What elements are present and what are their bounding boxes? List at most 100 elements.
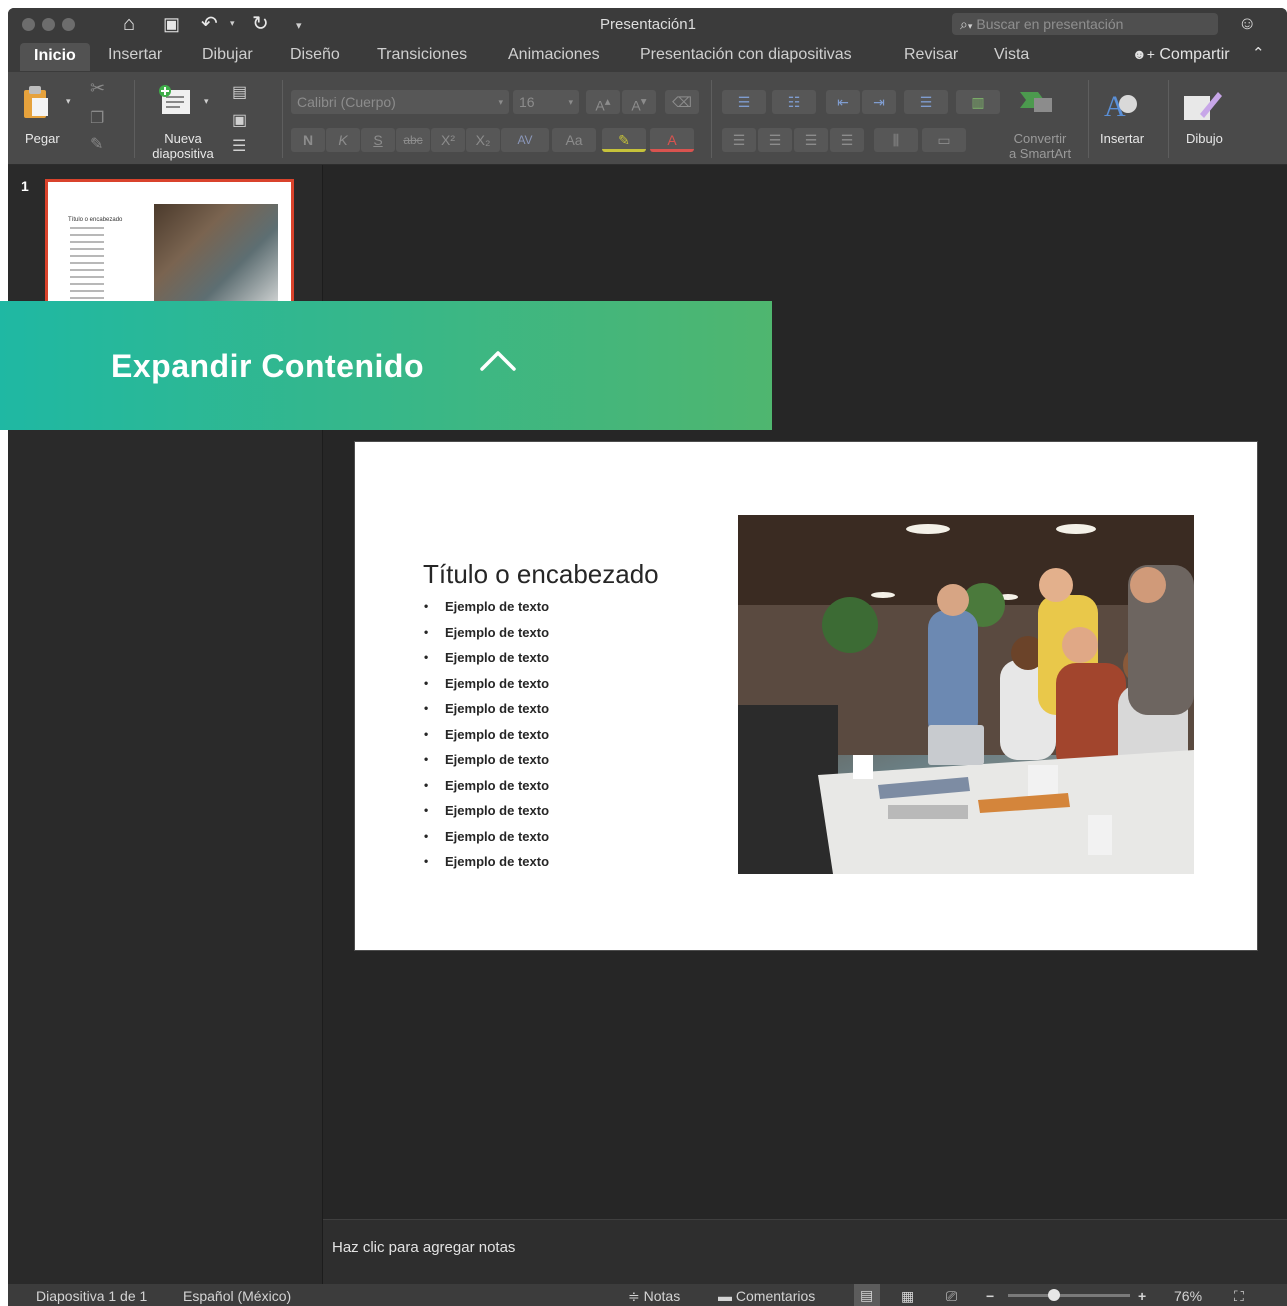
font-size-value: 16 (519, 94, 535, 110)
underline-button[interactable]: S (361, 128, 395, 152)
draw-label[interactable]: Dibujo (1186, 131, 1223, 146)
columns-button[interactable]: ▥ (956, 90, 1000, 114)
character-spacing-button[interactable]: AV (501, 128, 549, 152)
presenter-view-button[interactable]: ⎚ (946, 1288, 957, 1305)
undo-icon[interactable]: ↶ (201, 13, 218, 35)
font-family-select[interactable]: Calibri (Cuerpo) ▾ (291, 90, 509, 114)
bullet-item: Ejemplo de texto (423, 773, 549, 799)
customize-toolbar-icon[interactable]: ▾ (296, 19, 302, 32)
text-direction-button[interactable]: ⫼ (874, 128, 918, 152)
insert-label[interactable]: Insertar (1100, 131, 1144, 146)
presentation-icon: ⎚ (946, 1288, 958, 1304)
undo-dropdown-icon[interactable]: ▾ (230, 18, 235, 29)
line-spacing-icon: ☰ (919, 94, 933, 110)
ribbon-separator (282, 80, 283, 158)
redo-icon[interactable]: ↻ (252, 13, 269, 35)
superscript-button[interactable]: X² (431, 128, 465, 152)
tab-vista[interactable]: Vista (994, 46, 1029, 64)
ribbon: ▾ Pegar ✂ ❐ ✎ ▾ Nueva diapositiva ▤ ▣ ☰ C… (8, 72, 1287, 165)
drawing-icon[interactable] (1182, 88, 1222, 128)
zoom-slider[interactable] (1008, 1289, 1130, 1301)
highlight-button[interactable]: ✎ (602, 128, 646, 152)
align-center-button[interactable]: ☰ (758, 128, 792, 152)
new-slide-dropdown-icon[interactable]: ▾ (204, 96, 209, 107)
language-status[interactable]: Español (México) (183, 1288, 291, 1304)
insert-shapes-icon[interactable]: A (1102, 86, 1140, 128)
minimize-window-button[interactable] (42, 18, 55, 31)
italic-button[interactable]: K (326, 128, 360, 152)
numbering-button[interactable]: ☷ (772, 90, 816, 114)
chevron-up-icon[interactable] (480, 349, 516, 378)
tab-diseno[interactable]: Diseño (290, 46, 340, 64)
change-case-button[interactable]: Aa (552, 128, 596, 152)
line-spacing-button[interactable]: ☰ (904, 90, 948, 114)
bold-button[interactable]: N (291, 128, 325, 152)
align-right-button[interactable]: ☰ (794, 128, 828, 152)
normal-view-button[interactable]: ▤ (854, 1284, 880, 1306)
tab-transiciones[interactable]: Transiciones (377, 46, 467, 64)
format-painter-icon[interactable]: ✎ (90, 134, 103, 154)
slide-sorter-button[interactable]: ▦ (901, 1288, 914, 1305)
save-icon[interactable]: ▣ (163, 13, 180, 35)
search-input[interactable]: ⌕▾ Buscar en presentación (952, 13, 1218, 35)
share-button[interactable]: ☻+ Compartir (1132, 46, 1230, 64)
convert-smartart-label[interactable]: Convertir a SmartArt (1004, 131, 1076, 161)
shrink-font-button[interactable]: A▾ (622, 90, 656, 114)
thumbnail-photo (154, 204, 278, 304)
account-icon[interactable]: ☺ (1238, 13, 1256, 34)
paste-dropdown-icon[interactable]: ▾ (66, 96, 71, 107)
cut-icon[interactable]: ✂ (90, 78, 105, 99)
close-window-button[interactable] (22, 18, 35, 31)
notes-placeholder[interactable]: Haz clic para agregar notas (332, 1239, 515, 1256)
new-slide-label[interactable]: Nueva diapositiva (148, 131, 218, 161)
outdent-icon: ⇤ (837, 94, 849, 110)
paste-label[interactable]: Pegar (25, 131, 60, 146)
slide-thumbnail[interactable]: Título o encabezado (45, 179, 294, 319)
strikethrough-button[interactable]: abc (396, 128, 430, 152)
collapse-ribbon-icon[interactable]: ⌃ (1252, 44, 1265, 62)
expand-content-label[interactable]: Expandir Contenido (111, 348, 424, 385)
bullet-list[interactable]: Ejemplo de texto Ejemplo de texto Ejempl… (423, 594, 549, 875)
justify-button[interactable]: ☰ (830, 128, 864, 152)
font-family-value: Calibri (Cuerpo) (297, 94, 396, 110)
font-color-button[interactable]: A (650, 128, 694, 152)
clipboard-icon[interactable] (22, 84, 52, 120)
tab-animaciones[interactable]: Animaciones (508, 46, 600, 64)
decrease-indent-button[interactable]: ⇤ (826, 90, 860, 114)
reset-icon[interactable]: ▣ (232, 110, 247, 130)
grow-font-button[interactable]: A▴ (586, 90, 620, 114)
home-icon[interactable]: ⌂ (123, 13, 135, 35)
zoom-window-button[interactable] (62, 18, 75, 31)
zoom-slider-knob[interactable] (1048, 1289, 1061, 1301)
new-slide-icon[interactable] (158, 84, 192, 124)
tab-revisar[interactable]: Revisar (904, 46, 958, 64)
notes-pane[interactable]: Haz clic para agregar notas (323, 1219, 1287, 1285)
fit-to-window-icon[interactable]: ⛶ (1234, 1288, 1244, 1305)
tab-insertar[interactable]: Insertar (108, 46, 162, 64)
slide-title[interactable]: Título o encabezado (423, 559, 659, 590)
tab-presentacion[interactable]: Presentación con diapositivas (640, 46, 852, 64)
align-left-button[interactable]: ☰ (722, 128, 756, 152)
clear-format-button[interactable]: ⌫ (665, 90, 699, 114)
notes-toggle-button[interactable]: ≑ Notas (628, 1288, 680, 1305)
layout-icon[interactable]: ▤ (232, 82, 247, 102)
bullets-button[interactable]: ☰ (722, 90, 766, 114)
font-size-select[interactable]: 16 ▾ (513, 90, 579, 114)
slide-canvas[interactable]: Título o encabezado Ejemplo de texto Eje… (354, 441, 1258, 951)
copy-icon[interactable]: ❐ (90, 108, 104, 128)
comments-toggle-button[interactable]: ▬ Comentarios (718, 1288, 815, 1304)
tab-dibujar[interactable]: Dibujar (202, 46, 253, 64)
zoom-in-button[interactable]: + (1138, 1288, 1146, 1304)
increase-indent-button[interactable]: ⇥ (862, 90, 896, 114)
smartart-icon[interactable] (1018, 88, 1054, 122)
subscript-button[interactable]: X₂ (466, 128, 500, 152)
team-photo[interactable] (738, 515, 1194, 874)
align-text-button[interactable]: ▭ (922, 128, 966, 152)
tab-inicio[interactable]: Inicio (20, 43, 90, 71)
section-icon[interactable]: ☰ (232, 136, 246, 156)
search-dropdown-icon: ▾ (967, 21, 973, 31)
expand-content-banner[interactable]: Expandir Contenido (0, 301, 772, 430)
zoom-out-button[interactable]: − (986, 1288, 994, 1304)
chevron-down-icon: ▾ (568, 97, 573, 107)
zoom-percentage[interactable]: 76% (1174, 1288, 1202, 1304)
